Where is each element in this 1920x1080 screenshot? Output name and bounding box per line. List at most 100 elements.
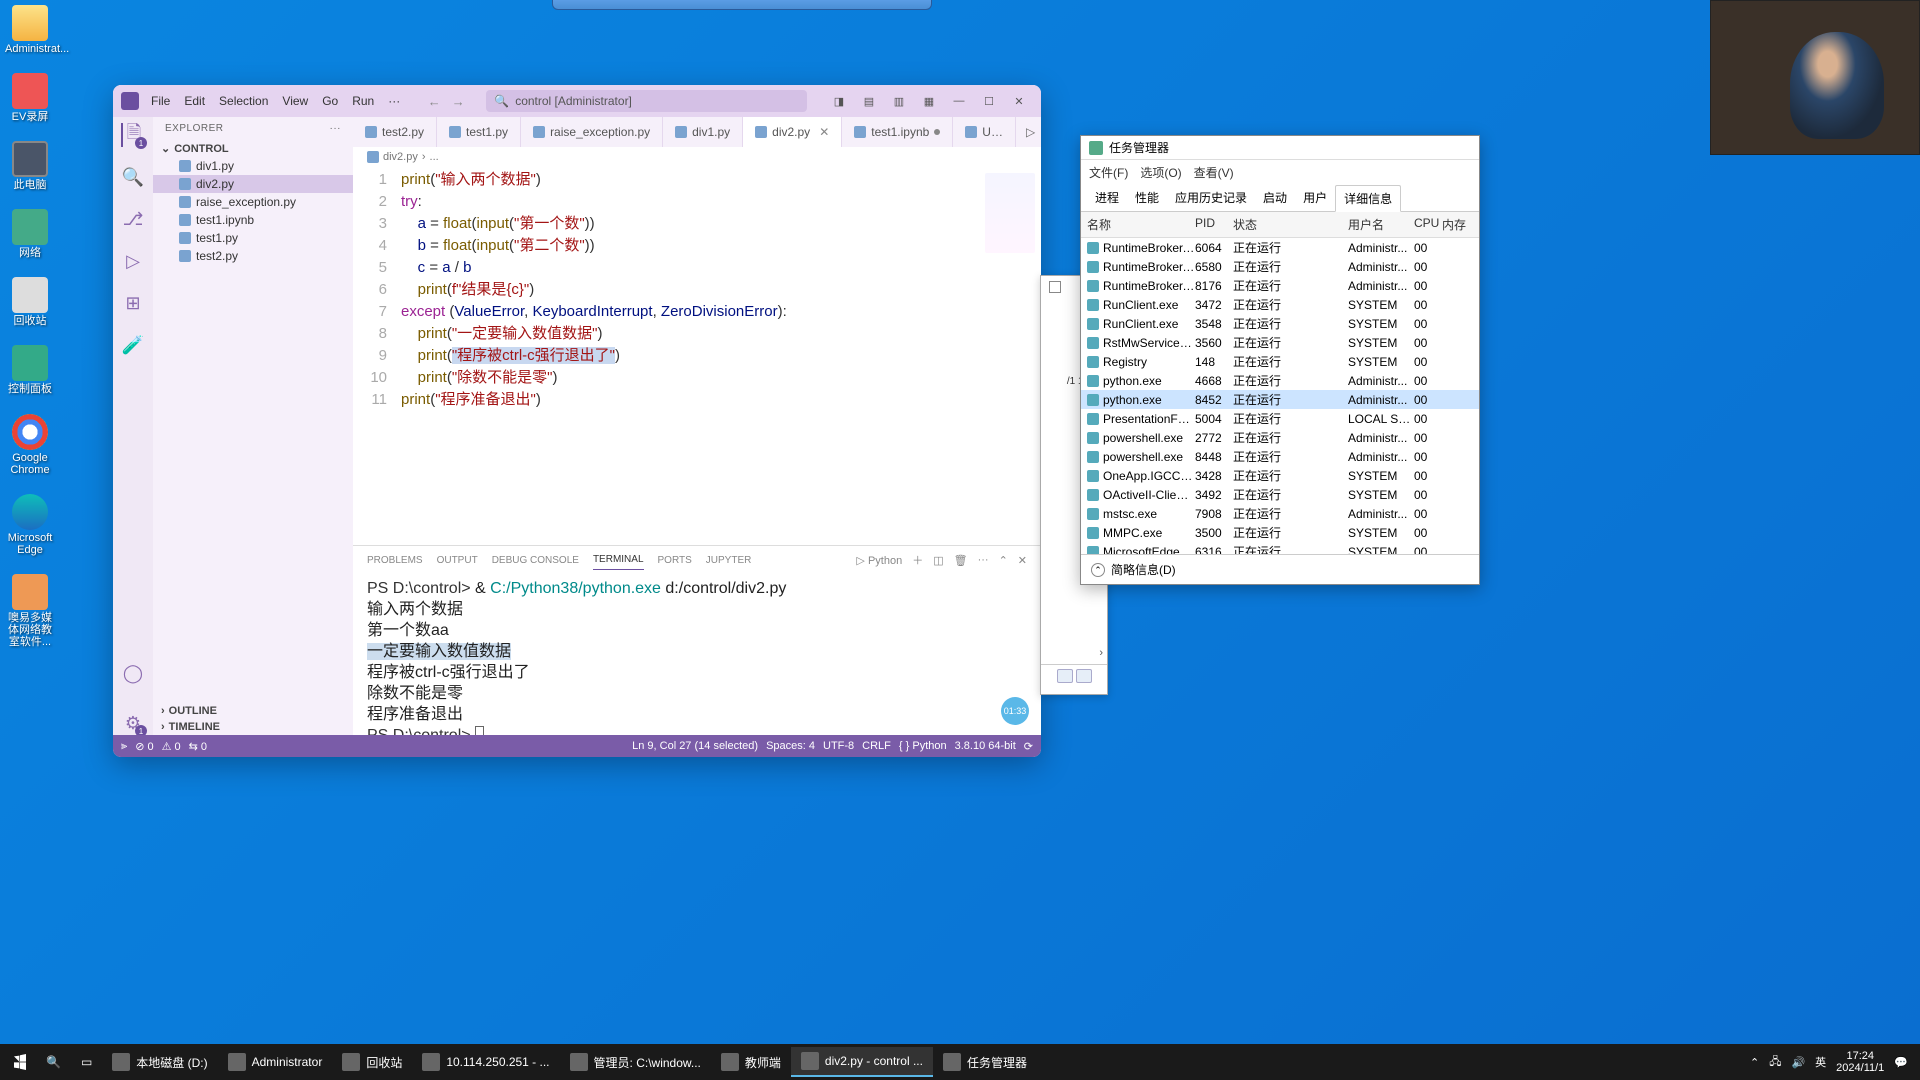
outline-section[interactable]: ›OUTLINE [153,703,353,719]
remote-icon[interactable]: ⫸ [121,740,127,753]
process-row[interactable]: python.exe4668正在运行Administr...00 [1081,371,1479,390]
process-row[interactable]: PresentationFontC...5004正在运行LOCAL SE...0… [1081,409,1479,428]
close-tab-icon[interactable]: ✕ [819,125,829,139]
notifications-icon[interactable]: 💬 [1894,1056,1908,1069]
tray-clock[interactable]: 17:242024/11/1 [1836,1050,1884,1074]
status-ports[interactable]: ⇆ 0 [189,740,207,753]
status-spaces[interactable]: Spaces: 4 [766,740,815,752]
tray-volume-icon[interactable]: 🔊 [1791,1056,1805,1069]
editor-tab[interactable]: test1.py [437,117,521,147]
panel-tab-jupyter[interactable]: JUPYTER [706,551,752,570]
source-control-icon[interactable]: ⎇ [121,207,145,231]
more-icon[interactable]: ··· [978,550,989,570]
process-row[interactable]: powershell.exe8448正在运行Administr...00 [1081,447,1479,466]
menu-go[interactable]: Go [316,92,344,110]
taskbar-item[interactable]: Administrator [218,1047,333,1077]
taskmgr-tab[interactable]: 应用历史记录 [1167,185,1255,211]
taskbar-taskview[interactable]: ▭ [71,1047,102,1077]
kill-terminal-icon[interactable]: 🗑 [954,550,968,571]
taskbar-search[interactable]: 🔍 [36,1047,71,1077]
editor-tab[interactable]: test1.ipynb [842,117,953,147]
file-item[interactable]: test1.ipynb [153,211,353,229]
testing-icon[interactable]: 🧪 [121,333,145,357]
taskmgr-menu[interactable]: 查看(V) [1194,164,1234,181]
process-row[interactable]: MicrosoftEdgeUp...6316正在运行SYSTEM00 [1081,542,1479,554]
taskbar-item[interactable]: 回收站 [332,1047,412,1077]
process-row[interactable]: OneApp.IGCC.Win...3428正在运行SYSTEM00 [1081,466,1479,485]
explorer-icon[interactable]: 🗎1 [121,123,145,147]
tray-network-icon[interactable]: 🖧 [1769,1053,1781,1072]
file-item[interactable]: raise_exception.py [153,193,353,211]
process-row[interactable]: mstsc.exe7908正在运行Administr...00 [1081,504,1479,523]
taskbar-item[interactable]: 任务管理器 [933,1047,1037,1077]
view-icon[interactable] [1057,669,1073,683]
layout-panel-icon[interactable]: ◨ [825,90,853,112]
process-row[interactable]: RstMwService.exe3560正在运行SYSTEM00 [1081,333,1479,352]
taskbar-item[interactable]: 教师端 [711,1047,791,1077]
desktop-icon[interactable]: 控制面板 [5,345,55,395]
panel-tab-problems[interactable]: PROBLEMS [367,551,423,570]
desktop-icon[interactable]: Microsoft Edge [5,494,55,556]
desktop-icon[interactable]: 网络 [5,209,55,259]
desktop-icon[interactable]: Administrat... [5,5,55,55]
window-minimize-icon[interactable]: — [945,90,973,112]
taskbar-item[interactable]: div2.py - control ... [791,1047,933,1077]
taskmgr-tab[interactable]: 详细信息 [1335,185,1401,212]
close-panel-icon[interactable]: ✕ [1018,550,1027,571]
nav-forward-icon[interactable]: → [448,91,468,111]
process-row[interactable]: python.exe8452正在运行Administr...00 [1081,390,1479,409]
layout-side-icon[interactable]: ▥ [885,90,913,112]
process-row[interactable]: RunClient.exe3472正在运行SYSTEM00 [1081,295,1479,314]
status-warnings[interactable]: ⚠ 0 [162,740,181,753]
taskbar-item[interactable]: 10.114.250.251 - ... [412,1047,559,1077]
process-row[interactable]: powershell.exe2772正在运行Administr...00 [1081,428,1479,447]
taskmgr-fewer-details[interactable]: ⌃ 简略信息(D) [1081,554,1479,584]
status-selection[interactable]: Ln 9, Col 27 (14 selected) [632,740,758,752]
panel-tab-output[interactable]: OUTPUT [437,551,478,570]
editor-tab[interactable]: div2.py✕ [743,117,842,147]
taskmgr-tab[interactable]: 性能 [1127,185,1167,211]
menu-selection[interactable]: Selection [213,92,274,110]
file-item[interactable]: div2.py [153,175,353,193]
process-row[interactable]: OActiveII-Client.exe3492正在运行SYSTEM00 [1081,485,1479,504]
debug-icon[interactable]: ▷ [121,249,145,273]
checkbox[interactable] [1049,281,1061,293]
process-row[interactable]: Registry148正在运行SYSTEM00 [1081,352,1479,371]
maximize-panel-icon[interactable]: ⌃ [999,550,1008,571]
editor-tab[interactable]: div1.py [663,117,743,147]
panel-tab-terminal[interactable]: TERMINAL [593,550,644,570]
window-close-icon[interactable]: ✕ [1005,90,1033,112]
process-row[interactable]: RuntimeBroker.exe6580正在运行Administr...00 [1081,257,1479,276]
new-terminal-icon[interactable]: ＋ [912,548,923,572]
desktop-icon[interactable]: 此电脑 [5,141,55,191]
panel-tab-ports[interactable]: PORTS [658,551,692,570]
code-editor[interactable]: 1234567891011 print("输入两个数据")try: a = fl… [353,167,1041,545]
notifications-icon[interactable]: ⟳ [1024,740,1033,753]
window-maximize-icon[interactable]: ☐ [975,90,1003,112]
status-encoding[interactable]: UTF-8 [823,740,854,752]
more-icon[interactable]: ··· [330,123,342,134]
tray-ime[interactable]: 英 [1815,1054,1826,1070]
taskmgr-tab[interactable]: 进程 [1087,185,1127,211]
minimap[interactable] [985,173,1035,253]
breadcrumb[interactable]: div2.py›... [353,147,1041,167]
menu-file[interactable]: File [145,92,176,110]
desktop-icon[interactable]: Google Chrome [5,414,55,476]
start-button[interactable] [4,1047,36,1077]
process-row[interactable]: RuntimeBroker.exe8176正在运行Administr...00 [1081,276,1479,295]
vscode-search[interactable]: 🔍 control [Administrator] [486,90,807,112]
status-eol[interactable]: CRLF [862,740,891,752]
taskbar-item[interactable]: 本地磁盘 (D:) [102,1047,217,1077]
file-item[interactable]: test1.py [153,229,353,247]
editor-tab[interactable]: test2.py [353,117,437,147]
process-row[interactable]: RunClient.exe3548正在运行SYSTEM00 [1081,314,1479,333]
taskmgr-tab[interactable]: 用户 [1295,185,1335,211]
menu-···[interactable]: ··· [382,92,406,110]
sidebar-section[interactable]: ⌄CONTROL [153,140,353,157]
status-errors[interactable]: ⊘ 0 [135,740,153,753]
terminal-shell-label[interactable]: ▷ Python [856,550,902,571]
status-interpreter[interactable]: 3.8.10 64-bit [955,740,1016,752]
taskmgr-tab[interactable]: 启动 [1255,185,1295,211]
settings-gear-icon[interactable]: ⚙1 [121,711,145,735]
taskmgr-menu[interactable]: 选项(O) [1140,164,1181,181]
